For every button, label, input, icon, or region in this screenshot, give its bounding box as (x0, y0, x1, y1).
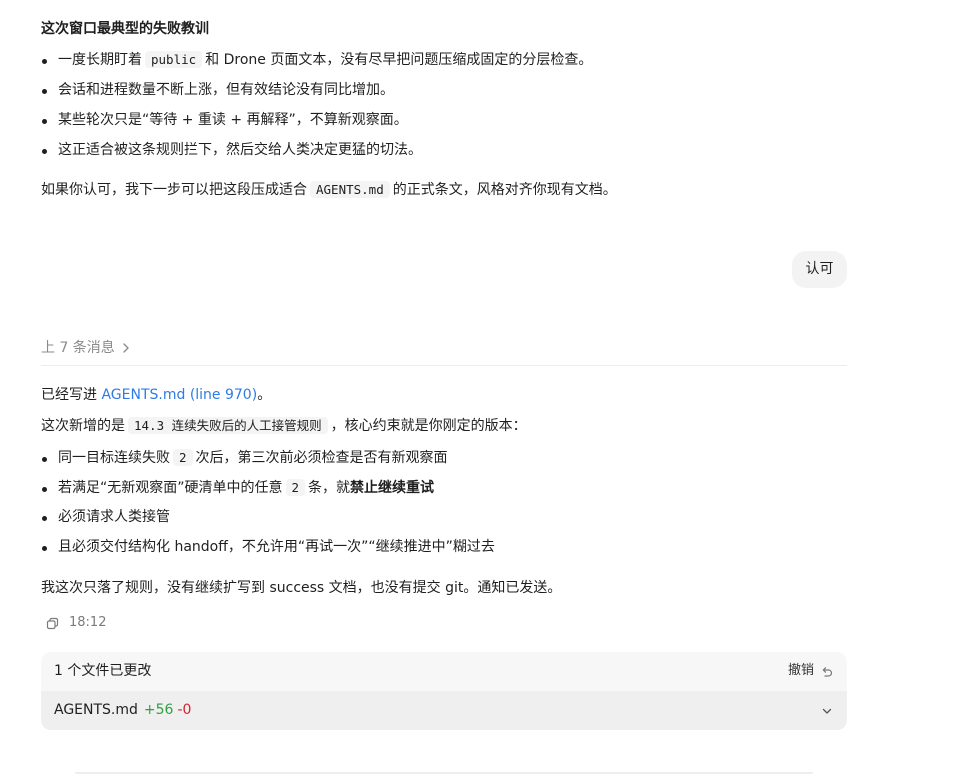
list-item: 且必须交付结构化 handoff，不允许用“再试一次”“继续推进中”糊过去 (42, 537, 495, 557)
list-item: 这正适合被这条规则拦下，然后交给人类决定更猛的切法。 (42, 140, 422, 160)
chevron-right-icon (121, 342, 131, 354)
list-item: 某些轮次只是“等待 + 重读 + 再解释”，不算新观察面。 (42, 110, 408, 130)
previous-messages-toggle[interactable]: 上 7 条消息 (41, 338, 131, 358)
file-row[interactable]: AGENTS.md +56 -0 (41, 691, 847, 730)
inline-code: 2 (173, 449, 193, 466)
inline-code: public (145, 51, 203, 68)
list-item: 若满足“无新观察面”硬清单中的任意 2 条，就禁止继续重试 (42, 478, 434, 498)
list-item: 必须请求人类接管 (42, 507, 170, 527)
deletions-count: -0 (177, 702, 192, 719)
message-meta: 18:12 (46, 614, 106, 633)
closing-paragraph: 如果你认可，我下一步可以把这段压成适合 AGENTS.md 的正式条文，风格对齐你现… (41, 181, 617, 198)
user-message-text: 认可 (805, 261, 834, 278)
reply-line: 已经写进 AGENTS.md (line 970)。 (41, 387, 272, 403)
inline-code: AGENTS.md (310, 181, 390, 198)
section-heading: 这次窗口最典型的失败教训 (41, 21, 209, 37)
user-message-bubble: 认可 (792, 251, 847, 288)
undo-icon (820, 665, 833, 678)
previous-messages-label: 上 7 条消息 (41, 340, 115, 356)
files-changed-title: 1 个文件已更改 (54, 663, 152, 680)
file-link[interactable]: AGENTS.md (line 970) (101, 387, 257, 403)
inline-code: 2 (285, 479, 306, 496)
list-item: 会话和进程数量不断上涨，但有效结论没有同比增加。 (42, 80, 394, 100)
list-item: 同一目标连续失败 2 次后，第三次前必须检查是否有新观察面 (42, 448, 448, 468)
copy-icon[interactable] (46, 617, 59, 630)
inline-code: 14.3 连续失败后的人工接管规则 (128, 417, 328, 434)
message-time: 18:12 (69, 615, 107, 630)
divider (41, 365, 847, 366)
files-changed-header: 1 个文件已更改 撤销 (41, 652, 847, 691)
files-changed-card: 1 个文件已更改 撤销 AGENTS.md +56 -0 (41, 652, 847, 730)
reply-line: 这次新增的是 14.3 连续失败后的人工接管规则 ，核心约束就是你刚定的版本： (41, 417, 527, 434)
reply-closing: 我这次只落了规则，没有继续扩写到 success 文档，也没有提交 git。通知… (41, 580, 562, 596)
file-name: AGENTS.md (54, 702, 138, 719)
chevron-down-icon[interactable] (821, 705, 833, 717)
composer-edge (75, 772, 813, 774)
undo-button[interactable]: 撤销 (788, 662, 833, 681)
additions-count: +56 (143, 702, 174, 719)
file-entry: AGENTS.md +56 -0 (54, 700, 191, 720)
list-item: 一度长期盯着 public 和 Drone 页面文本，没有尽早把问题压缩成固定的分层… (42, 50, 592, 70)
